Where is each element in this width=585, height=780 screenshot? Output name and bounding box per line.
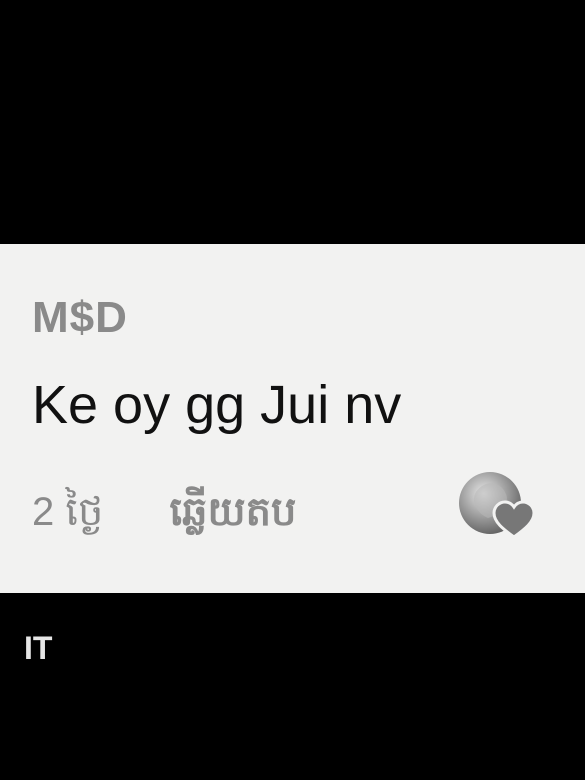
comment-text: Ke oy gg Jui nv: [32, 375, 402, 435]
creator-liked-heart-graphic: [459, 472, 536, 539]
comment-author[interactable]: M$D: [32, 292, 128, 344]
comment-time-ago: 2 ថ្ងៃ: [32, 490, 104, 534]
comment-meta-row: 2 ថ្ងៃ ឆ្លើយតប: [32, 484, 296, 540]
creator-liked-heart-icon[interactable]: [456, 470, 536, 542]
footer-label: IT: [24, 630, 53, 666]
screen: M$D Ke oy gg Jui nv 2 ថ្ងៃ ឆ្លើយតប IT: [0, 0, 585, 780]
reply-button[interactable]: ឆ្លើយតប: [169, 487, 296, 537]
